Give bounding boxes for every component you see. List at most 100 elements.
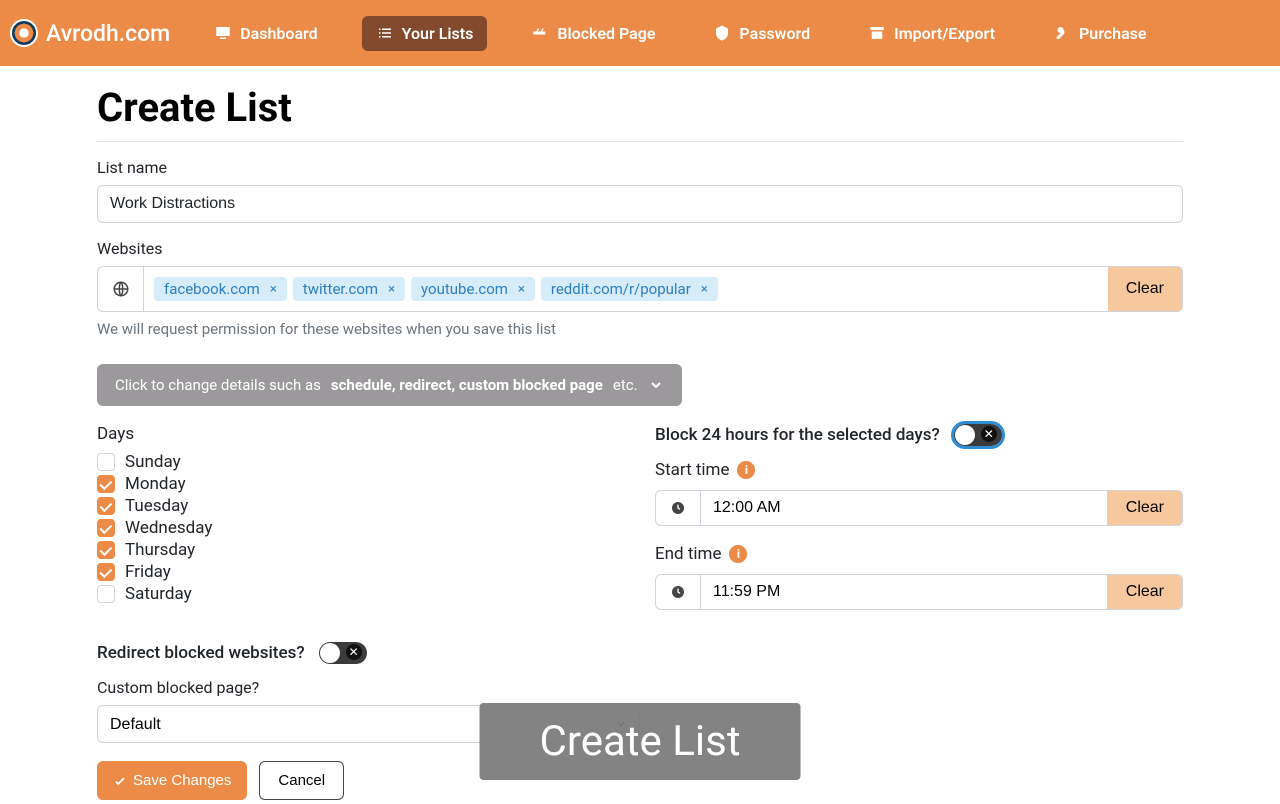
websites-input-group: facebook.com×twitter.com×youtube.com×red… [97, 266, 1183, 312]
clock-icon [655, 574, 701, 610]
day-label: Saturday [125, 584, 192, 604]
nav-purchase[interactable]: Purchase [1039, 16, 1161, 51]
end-clear-button[interactable]: Clear [1107, 574, 1183, 610]
tag-remove-icon[interactable]: × [388, 282, 395, 297]
days-col: Days SundayMondayTuesdayWednesdayThursda… [97, 424, 625, 628]
day-label: Friday [125, 562, 171, 582]
logo-icon [10, 19, 38, 47]
nav-yourlists-label: Your Lists [402, 24, 474, 43]
info-icon[interactable]: i [737, 461, 755, 479]
tag-remove-icon[interactable]: × [701, 282, 708, 297]
day-checkbox[interactable] [97, 453, 115, 471]
toggle-x-icon: ✕ [981, 426, 997, 442]
website-tag[interactable]: facebook.com× [154, 277, 287, 301]
website-tag-label: reddit.com/r/popular [551, 280, 691, 298]
start-label: Start time [655, 460, 729, 480]
day-checkbox[interactable] [97, 497, 115, 515]
redirect-toggle[interactable]: ✕ [319, 642, 367, 664]
nav-importexport[interactable]: Import/Export [854, 16, 1009, 51]
nav-blockedpage-label: Blocked Page [557, 24, 655, 43]
day-label: Tuesday [125, 496, 188, 516]
nav-dashboard[interactable]: Dashboard [200, 16, 331, 51]
day-checkbox[interactable] [97, 519, 115, 537]
day-row: Saturday [97, 584, 625, 604]
day-label: Thursday [125, 540, 195, 560]
navbar: Avrodh.com Dashboard Your Lists Blocked … [0, 0, 1280, 66]
day-checkbox[interactable] [97, 585, 115, 603]
clock-icon [655, 490, 701, 526]
end-time-input[interactable] [701, 574, 1107, 610]
day-row: Thursday [97, 540, 625, 560]
block24-toggle[interactable]: ✕ [954, 424, 1002, 446]
end-label-row: End time i [655, 544, 1183, 564]
nav: Dashboard Your Lists Blocked Page Passwo… [200, 16, 1160, 51]
websites-clear-button[interactable]: Clear [1108, 266, 1183, 312]
nav-blockedpage[interactable]: Blocked Page [517, 16, 669, 51]
page-title: Create List [97, 84, 1183, 131]
end-label: End time [655, 544, 721, 564]
block24-label: Block 24 hours for the selected days? [655, 425, 940, 445]
day-label: Wednesday [125, 518, 212, 538]
monitor-icon [214, 24, 232, 42]
websites-label: Websites [97, 239, 1183, 258]
start-time-group: Clear [655, 490, 1183, 526]
day-row: Friday [97, 562, 625, 582]
nav-yourlists[interactable]: Your Lists [362, 16, 488, 51]
key-icon [1053, 24, 1071, 42]
website-tag[interactable]: reddit.com/r/popular × [541, 277, 718, 301]
website-tag[interactable]: youtube.com × [411, 277, 535, 301]
info-icon[interactable]: i [729, 545, 747, 563]
nav-purchase-label: Purchase [1079, 24, 1147, 43]
divider [97, 141, 1183, 142]
tag-remove-icon[interactable]: × [518, 282, 525, 297]
start-time-input[interactable] [701, 490, 1107, 526]
content: Create List List name Websites facebook.… [85, 84, 1195, 800]
day-row: Wednesday [97, 518, 625, 538]
brand[interactable]: Avrodh.com [10, 19, 170, 47]
nav-password[interactable]: Password [699, 16, 824, 51]
redirect-row: Redirect blocked websites? ✕ [97, 642, 1183, 664]
brand-text: Avrodh.com [46, 20, 170, 47]
day-row: Tuesday [97, 496, 625, 516]
expand-details-bar[interactable]: Click to change details such as schedule… [97, 364, 682, 406]
day-row: Sunday [97, 452, 625, 472]
time-col: Block 24 hours for the selected days? ✕ … [655, 424, 1183, 628]
website-tag-label: twitter.com [303, 280, 378, 298]
start-label-row: Start time i [655, 460, 1183, 480]
list-icon [376, 24, 394, 42]
tag-remove-icon[interactable]: × [270, 282, 277, 297]
toggle-knob [955, 425, 975, 445]
nav-dashboard-label: Dashboard [240, 24, 317, 43]
website-tag[interactable]: twitter.com × [293, 277, 405, 301]
listname-input[interactable] [97, 185, 1183, 223]
websites-hint: We will request permission for these web… [97, 320, 1183, 338]
day-label: Monday [125, 474, 186, 494]
end-time-group: Clear [655, 574, 1183, 610]
websites-tags[interactable]: facebook.com×twitter.com×youtube.com×red… [143, 266, 1108, 312]
website-tag-label: youtube.com [421, 280, 508, 298]
expand-post: etc. [613, 376, 638, 394]
day-label: Sunday [125, 452, 181, 472]
day-checkbox[interactable] [97, 475, 115, 493]
day-checkbox[interactable] [97, 563, 115, 581]
cancel-button[interactable]: Cancel [259, 761, 344, 800]
expand-pre: Click to change details such as [115, 376, 321, 394]
barrier-icon [531, 24, 549, 42]
websites-group: Websites facebook.com×twitter.com×youtub… [97, 239, 1183, 338]
listname-group: List name [97, 158, 1183, 223]
custom-label: Custom blocked page? [97, 678, 1183, 697]
save-button[interactable]: Save Changes [97, 761, 247, 800]
day-checkbox[interactable] [97, 541, 115, 559]
chevron-down-icon [648, 377, 664, 393]
toast: Create List [480, 703, 801, 780]
start-clear-button[interactable]: Clear [1107, 490, 1183, 526]
listname-label: List name [97, 158, 1183, 177]
expand-bold: schedule, redirect, custom blocked page [331, 376, 603, 394]
block24-row: Block 24 hours for the selected days? ✕ [655, 424, 1183, 446]
nav-importexport-label: Import/Export [894, 24, 995, 43]
check-icon [113, 774, 127, 788]
save-button-label: Save Changes [133, 772, 231, 789]
toggle-knob [320, 643, 340, 663]
days-list: SundayMondayTuesdayWednesdayThursdayFrid… [97, 452, 625, 604]
archive-icon [868, 24, 886, 42]
